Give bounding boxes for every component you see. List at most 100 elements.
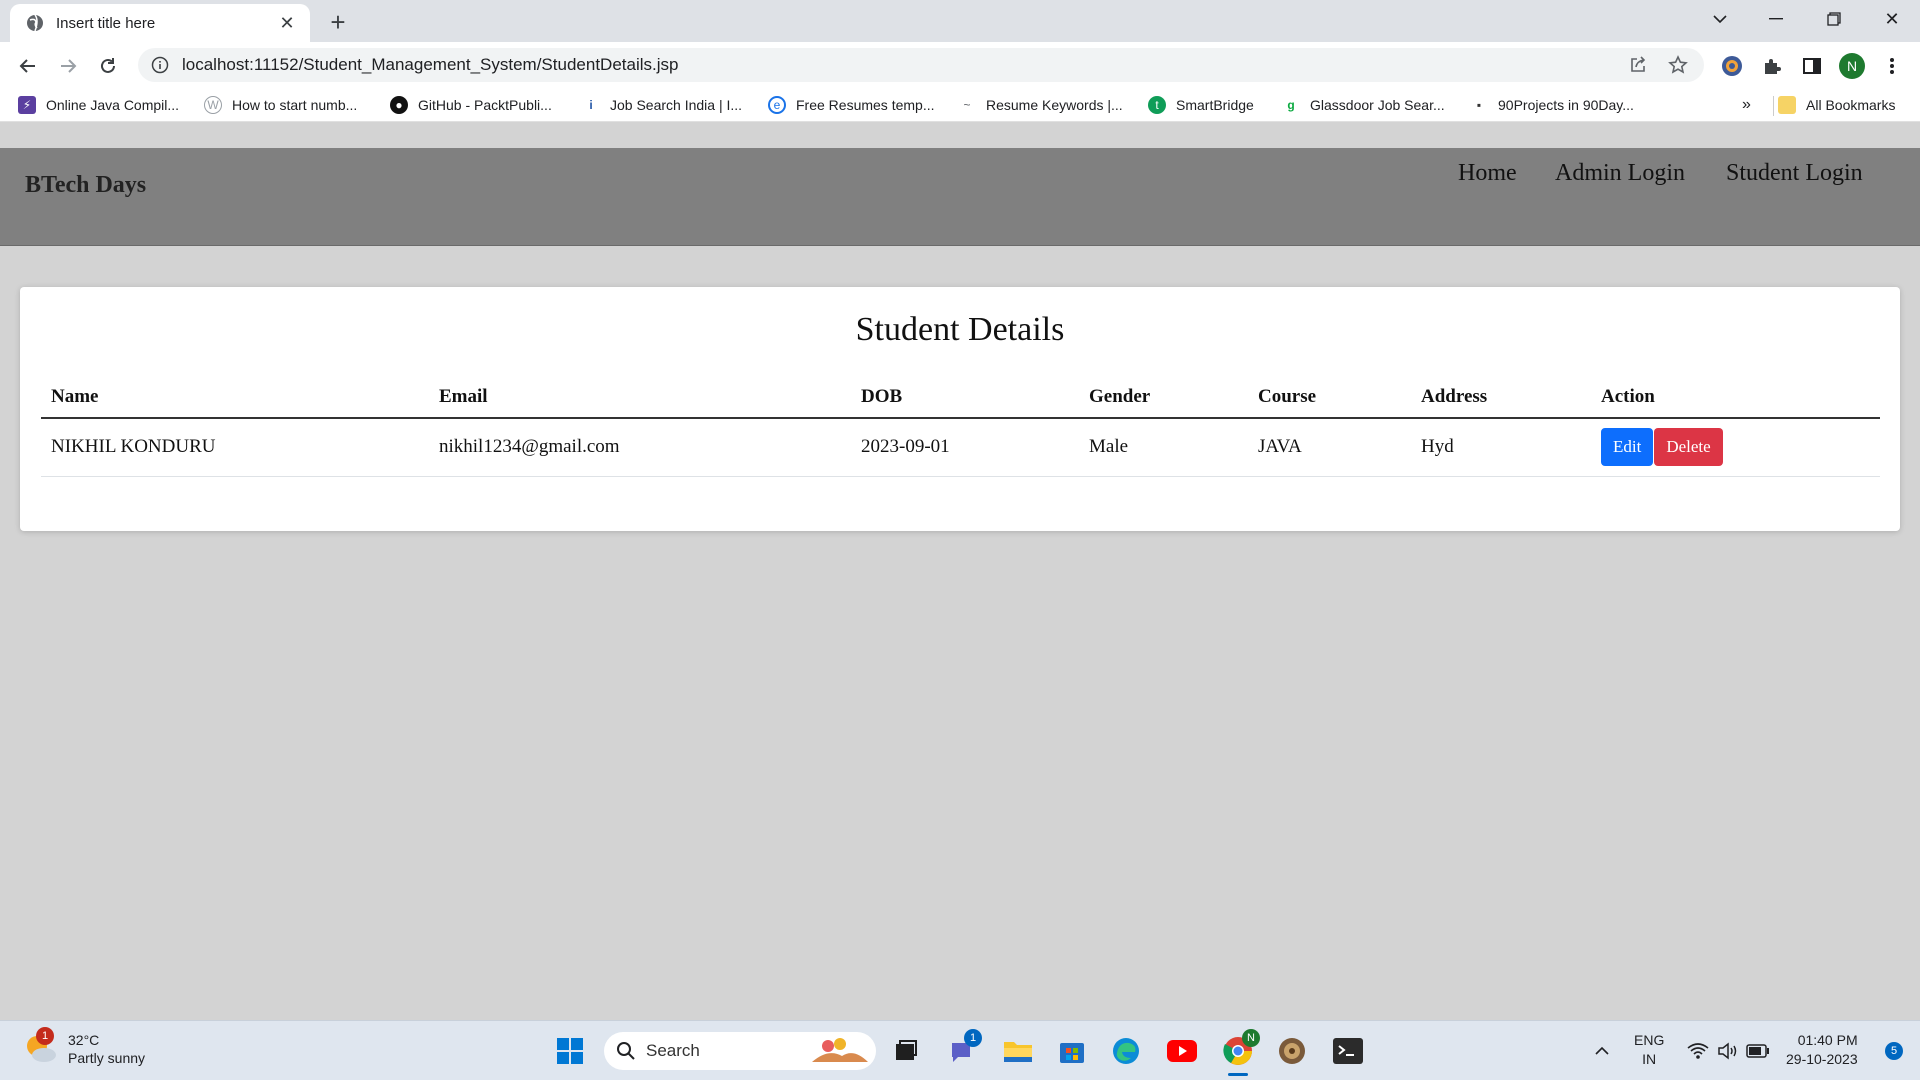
bookmark-item[interactable]: t SmartBridge — [1148, 94, 1254, 116]
cell-name: NIKHIL KONDURU — [41, 418, 429, 477]
terminal-icon[interactable] — [1330, 1033, 1366, 1069]
bookmark-label: SmartBridge — [1176, 97, 1254, 113]
bookmark-star-icon[interactable] — [1664, 51, 1692, 79]
page-title: Student Details — [855, 311, 1065, 348]
edge-browser-icon[interactable] — [1108, 1033, 1144, 1069]
bookmark-label: Job Search India | I... — [610, 97, 743, 113]
file-explorer-icon[interactable] — [1000, 1033, 1036, 1069]
chrome-icon[interactable]: N — [1220, 1029, 1260, 1069]
restore-button[interactable] — [1806, 0, 1862, 38]
youtube-icon[interactable] — [1164, 1033, 1200, 1069]
students-table: Name Email DOB Gender Course Address Act… — [41, 377, 1880, 477]
java-compiler-icon: ⚡ — [18, 96, 36, 114]
bookmark-label: Resume Keywords |... — [986, 97, 1123, 113]
forward-button[interactable] — [52, 50, 84, 82]
menu-kebab-icon[interactable] — [1876, 50, 1908, 82]
bookmark-item[interactable]: ⚡ Online Java Compil... — [18, 94, 179, 116]
close-window-button[interactable]: ✕ — [1864, 0, 1920, 38]
teams-chat-icon[interactable]: 1 — [944, 1029, 982, 1069]
column-header-name: Name — [41, 377, 429, 419]
search-icon — [617, 1042, 635, 1060]
all-bookmarks-button[interactable]: All Bookmarks — [1778, 94, 1895, 116]
bookmark-label: Online Java Compil... — [46, 97, 180, 113]
edit-button[interactable]: Edit — [1601, 428, 1654, 467]
back-button[interactable] — [12, 50, 44, 82]
windows-taskbar: 1 32°C Partly sunny Search 1 N ENG IN 01… — [0, 1020, 1920, 1080]
side-panel-icon[interactable] — [1796, 50, 1828, 82]
blog-icon: W — [204, 96, 222, 114]
weather-widget[interactable]: 1 32°C Partly sunny — [22, 1027, 145, 1067]
browser-tab-strip: Insert title here ✕ + ✕ — [0, 0, 1920, 42]
nav-admin-login-link[interactable]: Admin Login — [1555, 160, 1685, 187]
bookmark-label: All Bookmarks — [1806, 97, 1896, 113]
clock[interactable]: 01:40 PM 29-10-2023 — [1786, 1031, 1858, 1069]
extension-icon[interactable] — [1716, 50, 1748, 82]
battery-icon[interactable] — [1740, 1033, 1776, 1069]
bookmark-item[interactable]: W How to start numb... — [204, 94, 357, 116]
task-view-icon[interactable] — [888, 1033, 924, 1069]
table-header-row: Name Email DOB Gender Course Address Act… — [41, 377, 1880, 419]
bookmark-label: Free Resumes temp... — [796, 97, 935, 113]
clock-time: 01:40 PM — [1797, 1032, 1858, 1048]
keywords-icon: ~ — [963, 98, 971, 112]
cell-gender: Male — [1079, 418, 1248, 477]
column-header-address: Address — [1411, 377, 1591, 419]
column-header-course: Course — [1248, 377, 1411, 419]
close-tab-icon[interactable]: ✕ — [276, 12, 298, 34]
search-highlight-icon — [808, 1034, 870, 1069]
bookmark-item[interactable]: ~ Resume Keywords |... — [958, 94, 1123, 116]
glassdoor-icon: g — [1287, 98, 1295, 112]
extensions-puzzle-icon[interactable] — [1756, 50, 1788, 82]
site-info-icon[interactable] — [150, 55, 170, 75]
chrome-active-indicator — [1228, 1073, 1248, 1076]
start-icon[interactable] — [552, 1033, 588, 1069]
profile-avatar[interactable]: N — [1836, 50, 1868, 82]
tab-search-chevron-icon[interactable] — [1692, 0, 1748, 38]
bookmark-item[interactable]: g Glassdoor Job Sear... — [1282, 94, 1445, 116]
weather-temp: 32°C — [68, 1032, 100, 1048]
column-header-email: Email — [429, 377, 851, 419]
bookmark-label: Glassdoor Job Sear... — [1310, 97, 1445, 113]
cell-address: Hyd — [1411, 418, 1591, 477]
browser-tab[interactable]: Insert title here ✕ — [10, 4, 310, 42]
smartbridge-icon: t — [1148, 96, 1166, 114]
language-code: ENG — [1634, 1032, 1665, 1048]
column-header-gender: Gender — [1079, 377, 1248, 419]
weather-badge: 1 — [36, 1027, 54, 1045]
avatar: N — [1839, 53, 1865, 79]
cell-course: JAVA — [1248, 418, 1411, 477]
language-indicator[interactable]: ENG IN — [1634, 1031, 1664, 1069]
address-bar[interactable]: localhost:11152/Student_Management_Syste… — [138, 48, 1704, 82]
teams-badge: 1 — [964, 1029, 982, 1047]
more-bookmarks-button[interactable]: » — [1742, 94, 1751, 116]
nav-student-login-link[interactable]: Student Login — [1726, 160, 1863, 187]
show-hidden-icons-chevron[interactable] — [1584, 1033, 1620, 1069]
share-icon[interactable] — [1624, 51, 1652, 79]
bookmark-label: 90Projects in 90Day... — [1498, 97, 1634, 113]
bookmark-label: How to start numb... — [232, 97, 358, 113]
nav-home-link[interactable]: Home — [1458, 160, 1517, 187]
bookmark-item[interactable]: ● GitHub - PacktPubli... — [390, 94, 552, 116]
app-shield-icon[interactable] — [1274, 1033, 1310, 1069]
bookmark-item[interactable]: i Job Search India | I... — [582, 94, 742, 116]
table-row: NIKHIL KONDURU nikhil1234@gmail.com 2023… — [41, 418, 1880, 477]
globe-icon — [26, 14, 44, 32]
site-navbar: BTech Days Home Admin Login Student Logi… — [0, 148, 1920, 246]
bookmark-item[interactable]: ▪ 90Projects in 90Day... — [1470, 94, 1634, 116]
partly-sunny-icon: 1 — [22, 1027, 58, 1067]
bookmark-item[interactable]: e Free Resumes temp... — [768, 94, 935, 116]
clock-date: 29-10-2023 — [1786, 1051, 1858, 1067]
notification-center[interactable]: 5 — [1876, 1033, 1912, 1069]
brand-logo[interactable]: BTech Days — [25, 172, 146, 199]
bookmarks-divider — [1773, 96, 1774, 116]
region-code: IN — [1642, 1051, 1657, 1067]
minimize-button[interactable] — [1748, 0, 1804, 38]
delete-button[interactable]: Delete — [1654, 428, 1723, 467]
reload-button[interactable] — [92, 50, 124, 82]
column-header-dob: DOB — [851, 377, 1079, 419]
cell-dob: 2023-09-01 — [851, 418, 1079, 477]
microsoft-store-icon[interactable] — [1054, 1033, 1090, 1069]
new-tab-button[interactable]: + — [324, 7, 352, 37]
folder-icon — [1778, 96, 1796, 114]
taskbar-search[interactable]: Search — [604, 1032, 876, 1070]
